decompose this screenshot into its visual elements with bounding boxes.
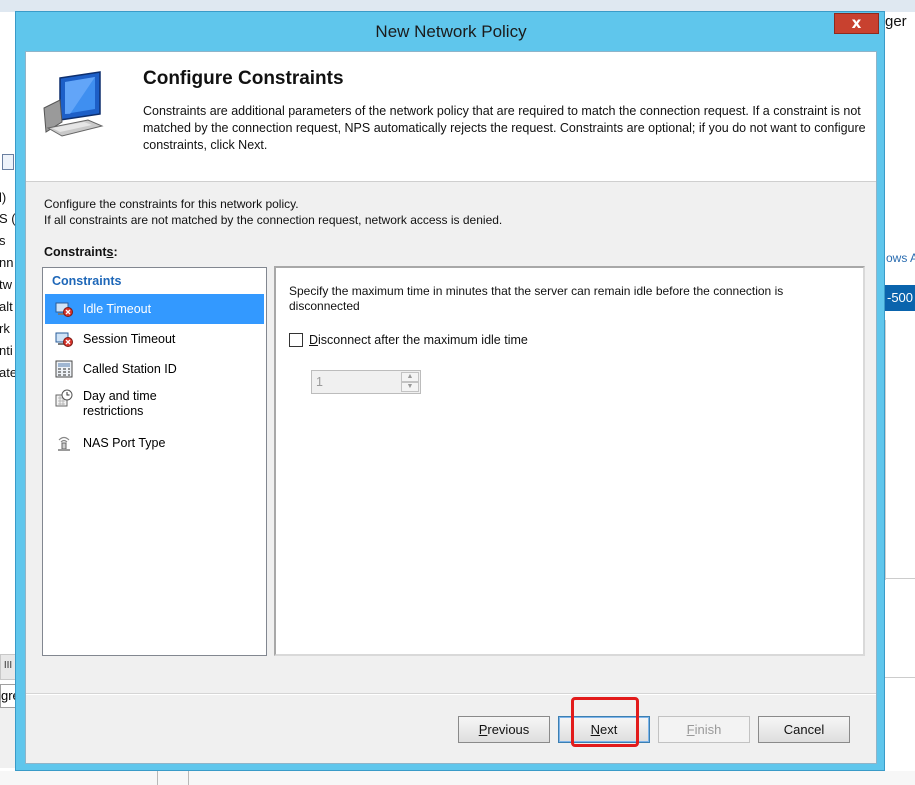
session-timeout-icon	[55, 332, 73, 347]
background-tree-fragment: l)	[0, 190, 7, 205]
spinner-up-icon[interactable]: ▲	[401, 372, 419, 382]
background-title-fragment: ger	[885, 13, 907, 30]
constraint-item-label: Day and time restrictions	[83, 389, 157, 418]
constraint-item-label: Session Timeout	[83, 331, 176, 346]
finish-label: inish	[694, 722, 722, 737]
disconnect-checkbox-row[interactable]: Disconnect after the maximum idle time	[289, 333, 528, 347]
checkbox-accelerator: D	[309, 333, 319, 347]
idle-minutes-spinner[interactable]: 1 ▲ ▼	[311, 370, 421, 394]
background-toolbar-icon	[2, 154, 14, 170]
constraint-detail-panel: Specify the maximum time in minutes that…	[274, 266, 865, 656]
constraints-section-label: Constraints:	[44, 245, 118, 259]
disconnect-idle-checkbox[interactable]	[289, 333, 303, 347]
wizard-header: Configure Constraints Constraints are ad…	[26, 52, 876, 182]
background-status-divider	[157, 771, 158, 785]
network-policy-wizard-icon	[43, 71, 104, 137]
previous-label: revious	[487, 722, 530, 737]
background-bottom-left	[0, 708, 16, 768]
intro-line: If all constraints are not matched by th…	[44, 213, 503, 227]
background-right-divider	[885, 320, 915, 580]
checkbox-label-text: isconnect after the maximum idle time	[318, 333, 528, 347]
idle-minutes-value: 1	[316, 375, 323, 389]
background-tree-panel: l) S ( s nn tw alt rk nti ate	[0, 70, 17, 670]
background-tree-fragment: tw	[0, 277, 12, 292]
dialog-client-area: Configure Constraints Constraints are ad…	[25, 51, 877, 764]
idle-timeout-icon	[55, 302, 73, 317]
intro-line: Configure the constraints for this netwo…	[44, 197, 299, 211]
constraints-intro: Configure the constraints for this netwo…	[44, 196, 502, 228]
cancel-button[interactable]: Cancel	[758, 716, 850, 743]
clock-calendar-icon	[55, 389, 73, 407]
button-bar-separator	[26, 693, 876, 695]
nas-port-icon	[58, 436, 70, 451]
background-tree-fragment: s	[0, 233, 6, 248]
constraints-list[interactable]: Constraints Idle Timeout Session Timeout…	[42, 267, 267, 656]
label-colon: :	[113, 245, 118, 259]
background-right-text-fragment: ows A	[886, 251, 915, 265]
dialog-title: New Network Policy	[375, 22, 527, 41]
idle-timeout-description: Specify the maximum time in minutes that…	[289, 284, 784, 313]
background-selected-row-fragment[interactable]: -500	[883, 285, 915, 311]
constraint-item-label: NAS Port Type	[83, 435, 166, 450]
constraint-item-idle-timeout[interactable]: Idle Timeout	[45, 294, 264, 324]
finish-accelerator: F	[686, 722, 695, 737]
spinner-down-icon[interactable]: ▼	[401, 382, 419, 392]
background-tree-fragment: rk	[0, 321, 10, 336]
background-tree-fragment: nti	[0, 343, 13, 358]
close-button[interactable]: x	[834, 13, 879, 34]
constraint-item-label: Called Station ID	[83, 361, 177, 376]
background-input-fragment: gre	[0, 684, 16, 708]
background-tree-fragment: nn	[0, 255, 14, 270]
background-right-lines	[885, 578, 915, 678]
background-tree-fragment: S (	[0, 211, 16, 226]
background-tree-fragment: alt	[0, 299, 13, 314]
background-scrollbar[interactable]: III	[0, 654, 16, 680]
constraint-item-nas-port-type[interactable]: NAS Port Type	[45, 428, 264, 458]
label-text: Constraint	[44, 245, 107, 259]
spinner-buttons: ▲ ▼	[401, 372, 419, 392]
constraint-item-label: Idle Timeout	[83, 301, 152, 316]
wizard-page-description: Constraints are additional parameters of…	[143, 104, 866, 152]
wizard-page-title: Configure Constraints	[143, 68, 344, 89]
disconnect-idle-label[interactable]: Disconnect after the maximum idle time	[309, 333, 528, 347]
new-network-policy-dialog: New Network Policy x Configure Constrain…	[15, 11, 885, 771]
next-button[interactable]: Next	[558, 716, 650, 743]
background-status-bar	[0, 771, 915, 785]
called-station-icon	[55, 360, 73, 378]
constraint-item-called-station-id[interactable]: Called Station ID	[45, 354, 264, 384]
previous-button[interactable]: Previous	[458, 716, 550, 743]
constraint-item-day-time[interactable]: Day and time restrictions	[45, 384, 264, 422]
constraints-list-header: Constraints	[52, 274, 122, 288]
constraint-item-session-timeout[interactable]: Session Timeout	[45, 324, 264, 354]
background-status-divider	[188, 771, 189, 785]
finish-button[interactable]: Finish	[658, 716, 750, 743]
next-accelerator: N	[590, 722, 601, 737]
next-label: ext	[600, 722, 618, 737]
